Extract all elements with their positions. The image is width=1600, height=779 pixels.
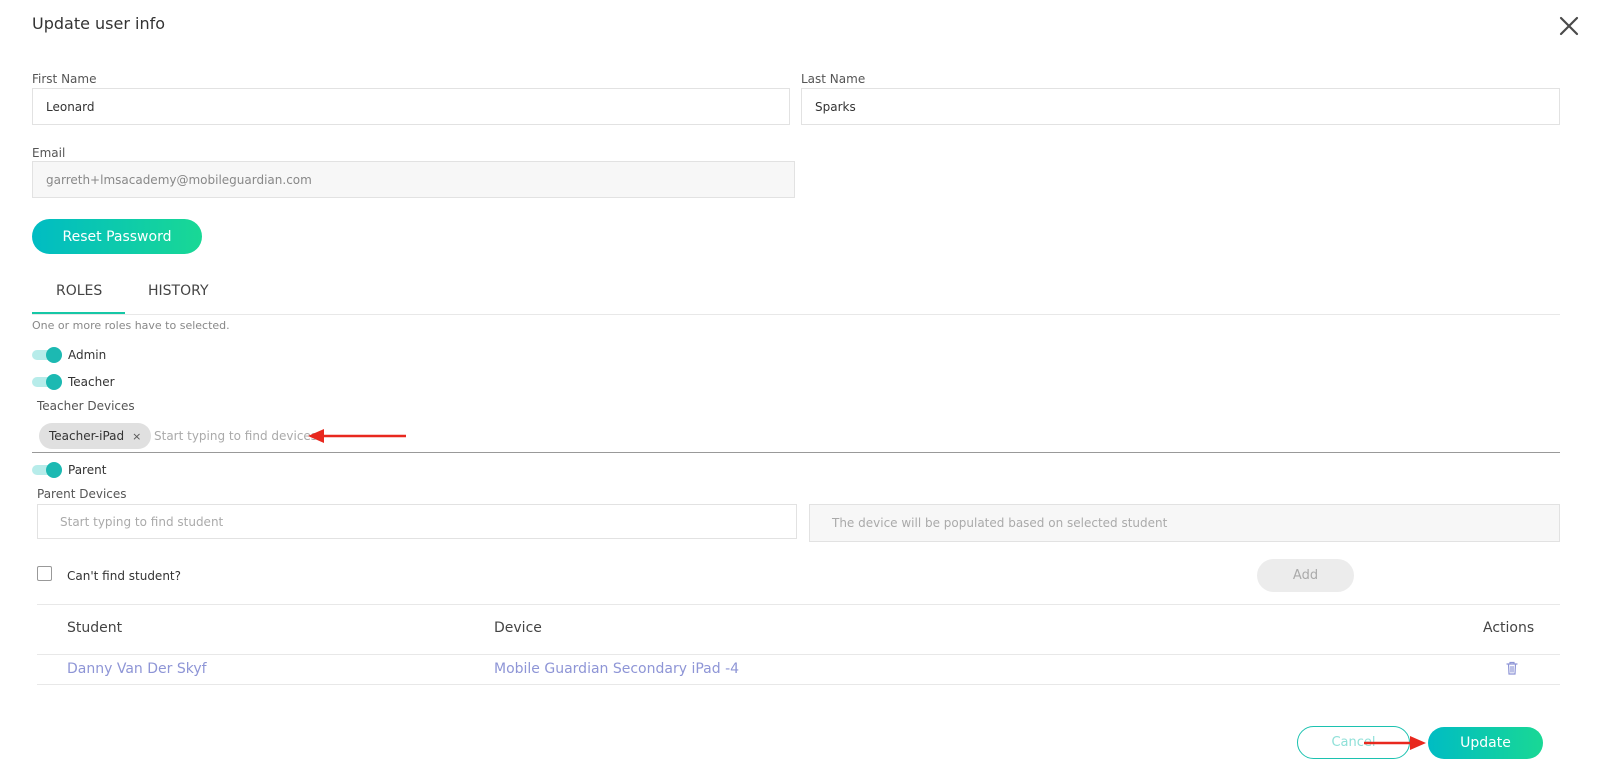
annotation-arrow-icon [308,429,406,443]
cant-find-student-checkbox[interactable] [37,566,52,581]
teacher-devices-field-underline [32,452,1560,453]
reset-password-button[interactable]: Reset Password [32,219,202,254]
student-search-input[interactable]: Start typing to find student [37,504,797,539]
teacher-device-search-input[interactable]: Start typing to find devices [154,429,317,443]
email-label: Email [32,146,66,160]
first-name-input[interactable]: Leonard [32,88,790,125]
cant-find-student-label: Can't find student? [67,569,181,583]
table-top-divider [37,604,1560,605]
table-header-actions: Actions [1483,620,1535,636]
first-name-label: First Name [32,72,97,86]
chip-remove-icon[interactable]: × [132,430,141,443]
teacher-label: Teacher [68,375,115,389]
toggle-knob [46,374,62,390]
update-button[interactable]: Update [1428,727,1543,759]
delete-row-button[interactable] [1504,660,1520,676]
table-header-device: Device [494,620,542,636]
table-header-divider [37,654,1560,655]
teacher-devices-label: Teacher Devices [37,399,135,413]
parent-toggle[interactable] [32,462,62,478]
toggle-knob [46,347,62,363]
last-name-input[interactable]: Sparks [801,88,1560,125]
trash-icon [1506,661,1518,675]
close-button[interactable] [1557,14,1581,38]
admin-label: Admin [68,348,107,362]
dialog-title: Update user info [32,14,166,33]
device-chip: Teacher-iPad × [39,423,152,449]
email-input: garreth+lmsacademy@mobileguardian.com [32,161,795,198]
annotation-arrow-icon [1364,736,1426,750]
tab-roles[interactable]: ROLES [56,283,102,299]
teacher-toggle[interactable] [32,374,62,390]
parent-device-field: The device will be populated based on se… [809,504,1560,542]
parent-label: Parent [68,463,107,477]
tab-active-indicator [32,312,125,314]
last-name-label: Last Name [801,72,866,86]
device-chip-label: Teacher-iPad [49,429,125,443]
add-button: Add [1257,559,1354,592]
toggle-knob [46,462,62,478]
parent-devices-label: Parent Devices [37,487,127,501]
table-header-student: Student [67,620,123,636]
close-icon [1559,16,1579,36]
tab-history[interactable]: HISTORY [148,283,209,299]
device-link[interactable]: Mobile Guardian Secondary iPad -4 [494,661,739,677]
admin-toggle[interactable] [32,347,62,363]
roles-hint: One or more roles have to selected. [32,319,230,332]
student-link[interactable]: Danny Van Der Skyf [67,661,207,677]
table-bottom-divider [37,684,1560,685]
tab-divider [32,314,1560,315]
